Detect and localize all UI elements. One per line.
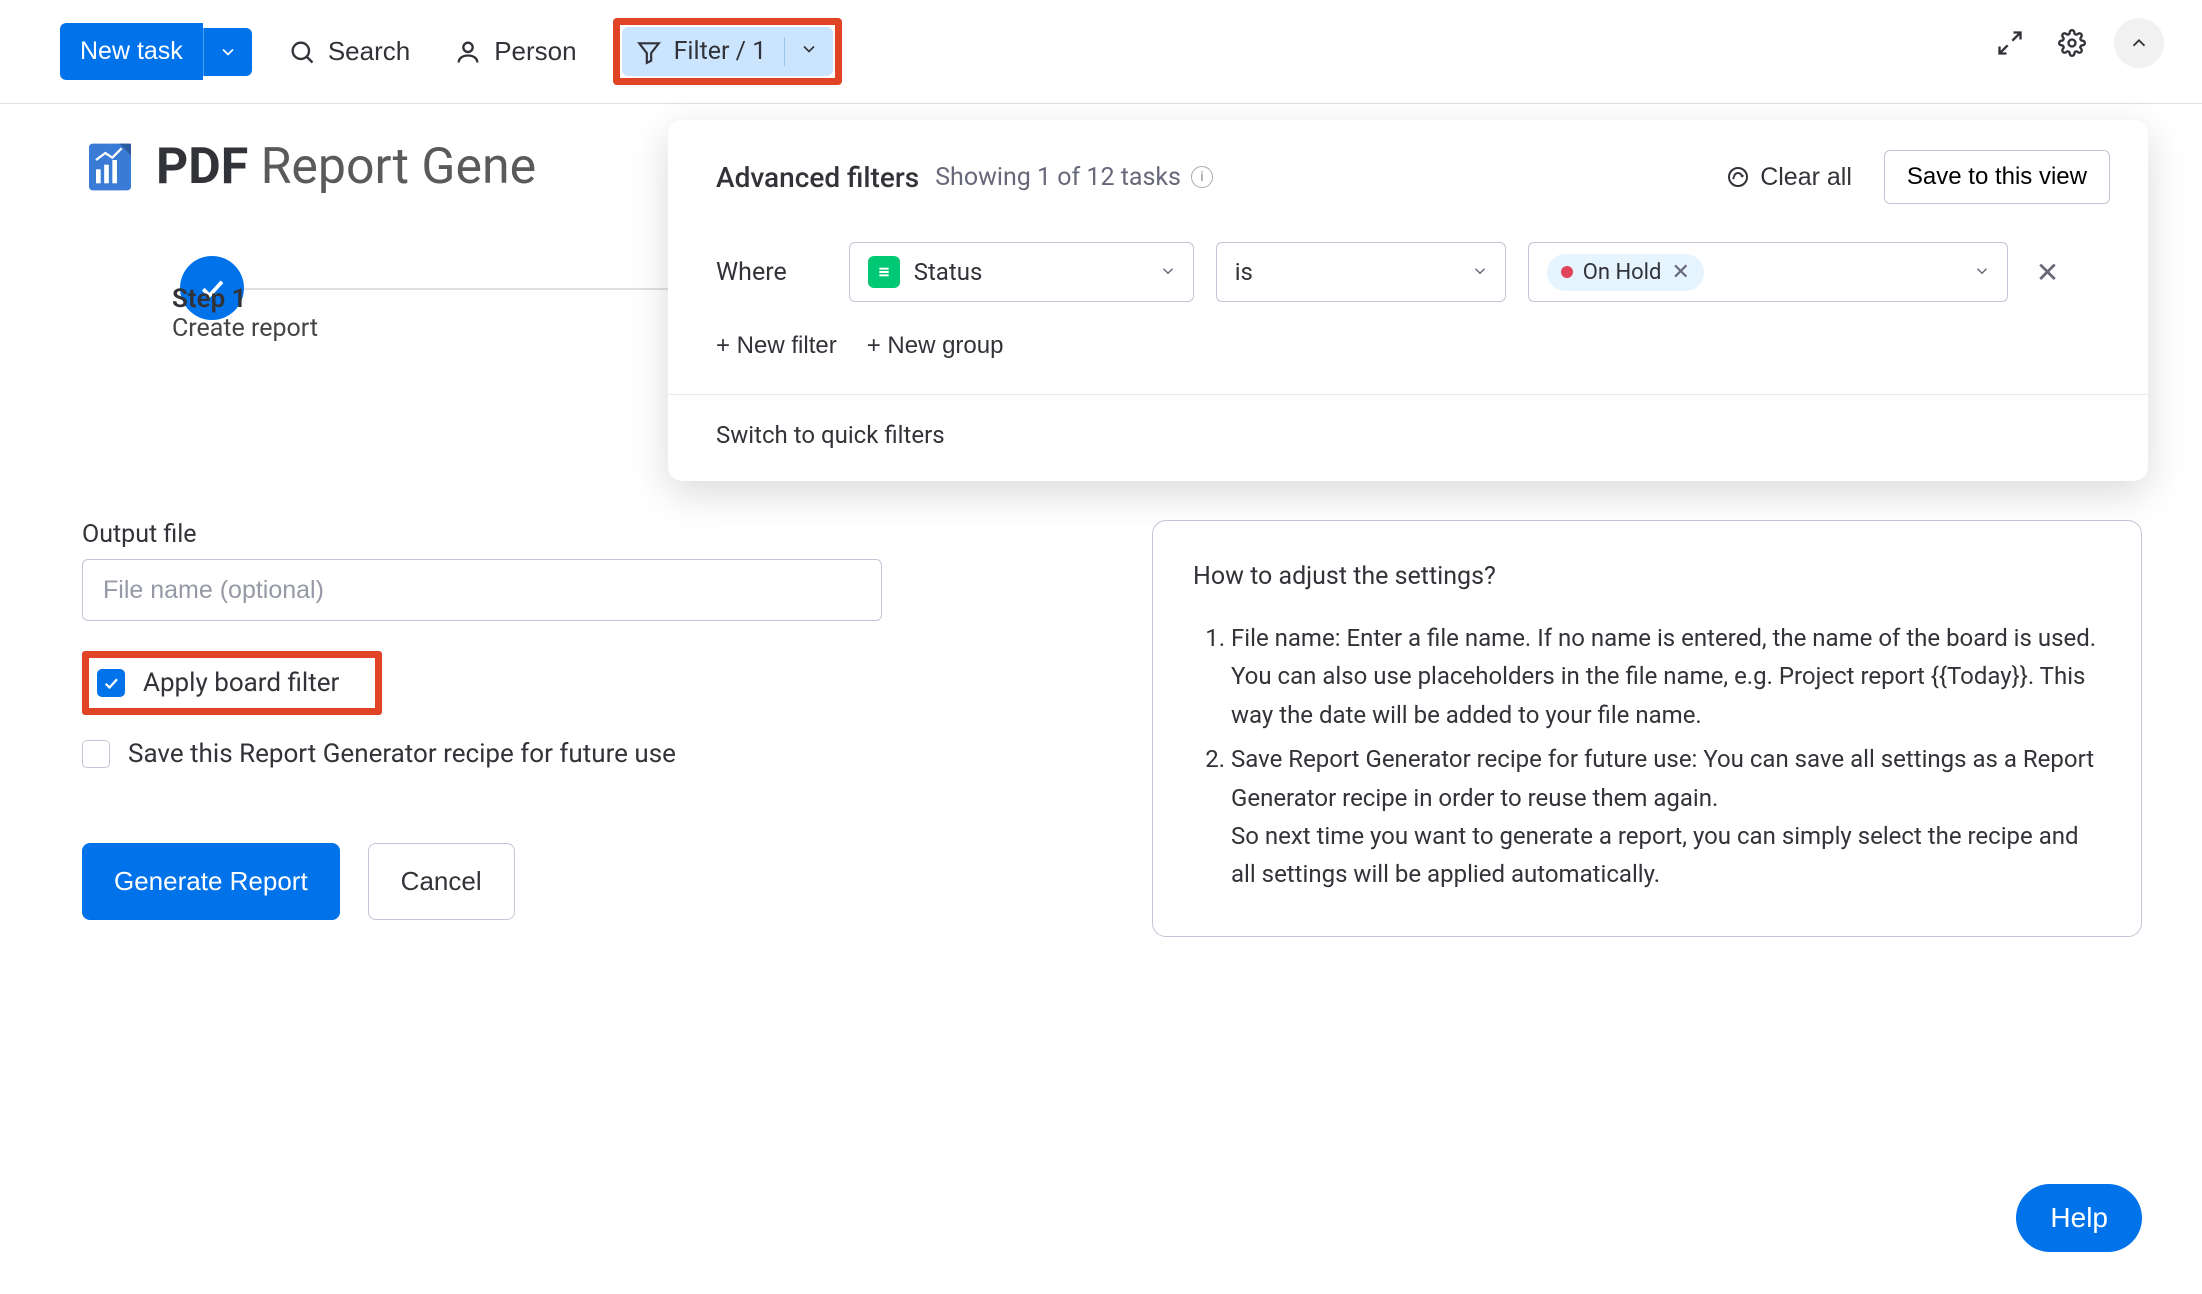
save-to-view-button[interactable]: Save to this view xyxy=(1884,150,2110,204)
new-task-dropdown[interactable] xyxy=(203,28,252,76)
help-item-1: File name: Enter a file name. If no name… xyxy=(1231,619,2101,734)
pdf-report-icon xyxy=(82,139,138,195)
filter-operator-select[interactable]: is xyxy=(1216,242,1506,302)
status-column-icon xyxy=(868,256,900,288)
save-recipe-label: Save this Report Generator recipe for fu… xyxy=(128,739,676,769)
apply-board-filter-row[interactable]: Apply board filter xyxy=(97,668,339,698)
popover-subtitle: Showing 1 of 12 tasks i xyxy=(935,163,1213,192)
generate-report-button[interactable]: Generate Report xyxy=(82,843,340,920)
new-task-split-button: New task xyxy=(60,23,252,80)
info-icon[interactable]: i xyxy=(1191,166,1213,188)
search-icon xyxy=(288,38,316,66)
output-file-input[interactable] xyxy=(82,559,882,621)
chip-remove-icon[interactable]: ✕ xyxy=(1671,260,1689,285)
apply-board-filter-label: Apply board filter xyxy=(143,668,339,698)
fullscreen-button[interactable] xyxy=(1990,23,2030,63)
clear-all-button[interactable]: Clear all xyxy=(1726,163,1852,192)
filter-operator-value: is xyxy=(1235,258,1253,286)
page-title: PDF Report Gene xyxy=(156,138,536,196)
where-label: Where xyxy=(716,258,787,287)
search-label: Search xyxy=(328,36,410,67)
person-label: Person xyxy=(494,36,576,67)
help-panel: How to adjust the settings? File name: E… xyxy=(1152,520,2142,937)
filter-condition-row: Where Status is On Hold xyxy=(668,214,2148,312)
output-file-label: Output file xyxy=(82,520,882,549)
save-recipe-row[interactable]: Save this Report Generator recipe for fu… xyxy=(82,739,882,769)
report-form: Output file Apply board filter Save this… xyxy=(82,520,882,937)
settings-button[interactable] xyxy=(2052,23,2092,63)
help-item-2: Save Report Generator recipe for future … xyxy=(1231,740,2101,894)
apply-board-filter-checkbox[interactable] xyxy=(97,669,125,697)
filter-column-select[interactable]: Status xyxy=(849,242,1194,302)
check-icon xyxy=(102,674,120,692)
chevron-down-icon xyxy=(1159,258,1177,286)
advanced-filters-popover: Advanced filters Showing 1 of 12 tasks i… xyxy=(668,120,2148,481)
switch-quick-filters-link[interactable]: Switch to quick filters xyxy=(716,421,945,449)
help-heading: How to adjust the settings? xyxy=(1193,557,2101,597)
filter-label: Filter / 1 xyxy=(674,37,767,66)
cancel-button[interactable]: Cancel xyxy=(368,843,515,920)
gear-icon xyxy=(2058,29,2086,57)
chevron-down-icon xyxy=(1471,258,1489,286)
step-1-label: Step 1 Create report xyxy=(172,276,318,343)
chevron-up-icon xyxy=(2128,32,2150,54)
filter-highlight: Filter / 1 xyxy=(613,18,843,85)
popover-title: Advanced filters xyxy=(716,161,919,194)
chevron-down-icon xyxy=(1973,258,1991,286)
filter-column-value: Status xyxy=(914,258,983,286)
clear-icon xyxy=(1726,165,1750,189)
person-button[interactable]: Person xyxy=(446,24,584,79)
filter-button[interactable]: Filter / 1 xyxy=(622,27,834,76)
status-dot-icon xyxy=(1561,266,1573,278)
filter-value-select[interactable]: On Hold ✕ xyxy=(1528,242,2008,302)
remove-filter-button[interactable]: ✕ xyxy=(2036,256,2059,289)
search-button[interactable]: Search xyxy=(280,24,418,79)
filter-icon xyxy=(636,39,662,65)
filter-value-chip: On Hold ✕ xyxy=(1547,254,1704,291)
toolbar: New task Search Person Filter / 1 xyxy=(0,18,2202,85)
add-group-button[interactable]: + New group xyxy=(867,332,1004,360)
apply-filter-highlight: Apply board filter xyxy=(82,651,382,715)
person-icon xyxy=(454,38,482,66)
add-filter-button[interactable]: + New filter xyxy=(716,332,837,360)
filter-dropdown[interactable] xyxy=(784,37,819,66)
collapse-button[interactable] xyxy=(2114,18,2164,68)
chevron-down-icon xyxy=(799,39,819,59)
help-button[interactable]: Help xyxy=(2016,1184,2142,1252)
expand-icon xyxy=(1996,29,2024,57)
chevron-down-icon xyxy=(218,42,238,62)
save-recipe-checkbox[interactable] xyxy=(82,740,110,768)
new-task-button[interactable]: New task xyxy=(60,23,203,80)
